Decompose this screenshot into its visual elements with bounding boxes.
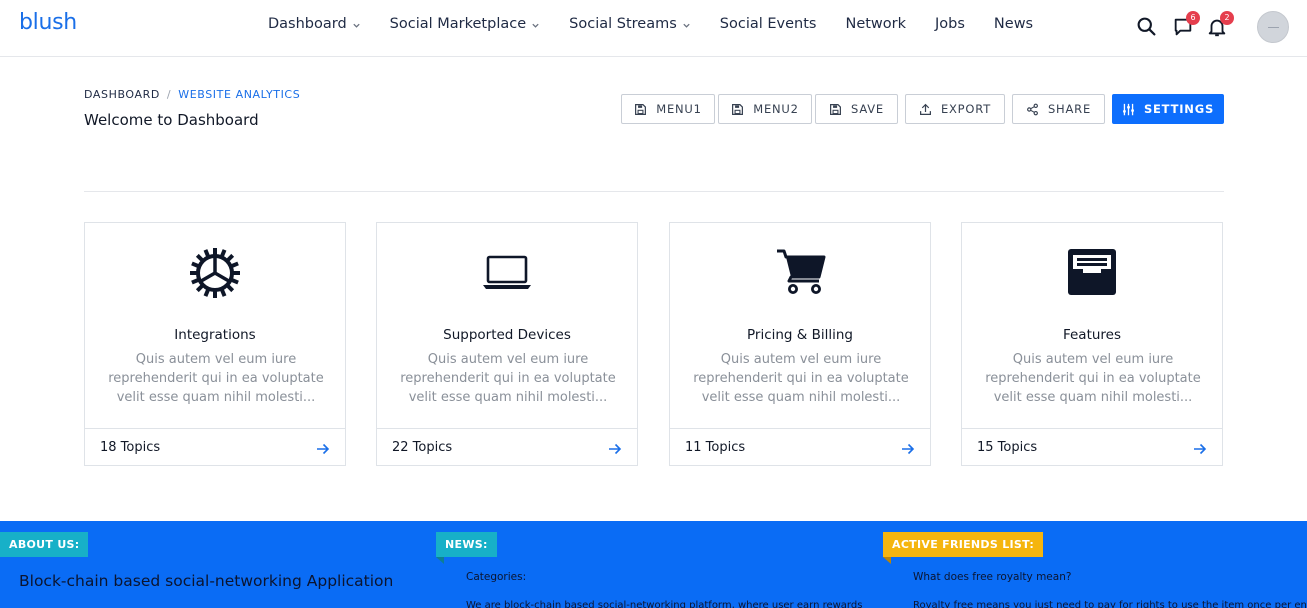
chevron-down-icon (353, 23, 360, 28)
card-footer: 22 Topics (377, 428, 637, 466)
card-icon-wrap (85, 247, 345, 299)
main-nav: Dashboard Social Marketplace Social Stre… (268, 16, 1062, 32)
active-friends-tag-label: ACTIVE FRIENDS LIST: (892, 538, 1035, 551)
arrow-right-icon[interactable] (607, 441, 623, 457)
card-description: Quis autem vel eum iure reprehenderit qu… (400, 352, 616, 405)
news-text: We are block-chain based social-networki… (466, 600, 863, 608)
card-title: Supported Devices (443, 327, 571, 343)
nav-item-label: Social Streams (569, 16, 677, 32)
save-label: SAVE (851, 102, 884, 116)
topic-count: 18 Topics (100, 440, 161, 455)
breadcrumb-current: WEBSITE ANALYTICS (178, 88, 301, 101)
about-us-tag: ABOUT US: (0, 532, 89, 557)
friends-question: What does free royalty mean? (913, 571, 1072, 583)
avatar[interactable] (1257, 11, 1289, 43)
card-title: Pricing & Billing (746, 327, 853, 343)
card-description: Quis autem vel eum iure reprehenderit qu… (693, 352, 909, 405)
sliders-icon (1122, 103, 1134, 115)
breadcrumb-dashboard[interactable]: DASHBOARD (84, 88, 160, 101)
breadcrumb: DASHBOARD / WEBSITE ANALYTICS (84, 88, 300, 101)
save-icon (830, 103, 841, 115)
nav-item-social-streams[interactable]: Social Streams (569, 16, 691, 32)
search-icon[interactable] (1136, 16, 1157, 37)
news-categories: Categories: (466, 571, 527, 583)
notifications-badge: 2 (1220, 11, 1234, 25)
nav-item-label: Network (845, 16, 907, 32)
nav-item-jobs[interactable]: Jobs (935, 16, 965, 32)
nav-item-social-events[interactable]: Social Events (720, 16, 817, 32)
active-friends-tag: ACTIVE FRIENDS LIST: (883, 532, 1044, 564)
messages-button[interactable]: 6 (1172, 11, 1200, 38)
nav-item-news[interactable]: News (994, 16, 1033, 32)
laptop-icon (483, 255, 531, 289)
tag-fold (436, 557, 444, 564)
menu1-button[interactable]: MENU1 (621, 94, 715, 124)
share-icon (1027, 103, 1038, 115)
topic-count: 11 Topics (685, 440, 746, 455)
nav-item-social-marketplace[interactable]: Social Marketplace (390, 16, 540, 32)
export-label: EXPORT (940, 102, 992, 116)
top-navbar: blush Dashboard Social Marketplace Socia… (0, 0, 1307, 57)
arrow-right-icon[interactable] (900, 441, 916, 457)
card-title: Integrations (174, 327, 256, 343)
arrow-right-icon[interactable] (1192, 441, 1208, 457)
nav-item-dashboard[interactable]: Dashboard (268, 16, 361, 32)
card-icon-wrap (962, 247, 1222, 299)
menu1-label: MENU1 (656, 102, 702, 116)
arrow-right-icon[interactable] (315, 441, 331, 457)
tag-fold (883, 557, 891, 564)
settings-label: SETTINGS (1143, 102, 1215, 116)
chevron-down-icon (683, 23, 690, 28)
card-description: Quis autem vel eum iure reprehenderit qu… (985, 352, 1201, 405)
upload-icon (919, 103, 931, 115)
topic-count: 22 Topics (392, 440, 453, 455)
section-divider (84, 191, 1224, 192)
topic-count: 15 Topics (977, 440, 1038, 455)
about-us-tag-label: ABOUT US: (9, 538, 80, 551)
nav-item-label: Social Marketplace (389, 16, 527, 32)
friends-text: Royalty free means you just need to pay … (913, 600, 1307, 608)
menu2-label: MENU2 (753, 102, 799, 116)
card-title: Features (1062, 327, 1122, 343)
brand-logo[interactable]: blush (19, 10, 77, 35)
card-footer: 18 Topics (85, 428, 345, 466)
card-description: Quis autem vel eum iure reprehenderit qu… (108, 352, 324, 405)
nav-item-network[interactable]: Network (845, 16, 906, 32)
nav-item-label: Dashboard (268, 16, 347, 32)
messages-badge: 6 (1186, 11, 1200, 25)
save-button[interactable]: SAVE (815, 94, 898, 124)
inbox-icon (1068, 249, 1116, 295)
footer: ABOUT US: Block-chain based social-netwo… (0, 521, 1307, 608)
news-tag-label: NEWS: (445, 538, 488, 551)
card-integrations: Integrations Quis autem vel eum iure rep… (84, 222, 346, 466)
menu2-button[interactable]: MENU2 (718, 94, 812, 124)
notifications-button[interactable]: 2 (1206, 11, 1234, 38)
nav-item-label: News (993, 16, 1034, 32)
breadcrumb-separator: / (166, 88, 172, 101)
card-icon-wrap (377, 247, 637, 299)
card-footer: 11 Topics (670, 428, 930, 466)
export-button[interactable]: EXPORT (905, 94, 1005, 124)
chevron-down-icon (532, 23, 539, 28)
about-us-text: Block-chain based social-networking Appl… (19, 572, 394, 590)
card-features: Features Quis autem vel eum iure reprehe… (961, 222, 1223, 466)
share-label: SHARE (1047, 102, 1092, 116)
card-icon-wrap (670, 247, 930, 299)
nav-item-label: Social Events (719, 16, 817, 32)
cart-icon (777, 249, 826, 295)
card-pricing-billing: Pricing & Billing Quis autem vel eum iur… (669, 222, 931, 466)
card-footer: 15 Topics (962, 428, 1222, 466)
save-icon (635, 103, 647, 115)
page-title: Welcome to Dashboard (84, 111, 259, 129)
share-button[interactable]: SHARE (1012, 94, 1105, 124)
gear-icon (190, 248, 240, 298)
settings-button[interactable]: SETTINGS (1112, 94, 1224, 124)
nav-item-label: Jobs (935, 16, 965, 32)
save-icon (732, 103, 744, 115)
news-tag: NEWS: (436, 532, 497, 564)
card-supported-devices: Supported Devices Quis autem vel eum iur… (376, 222, 638, 466)
